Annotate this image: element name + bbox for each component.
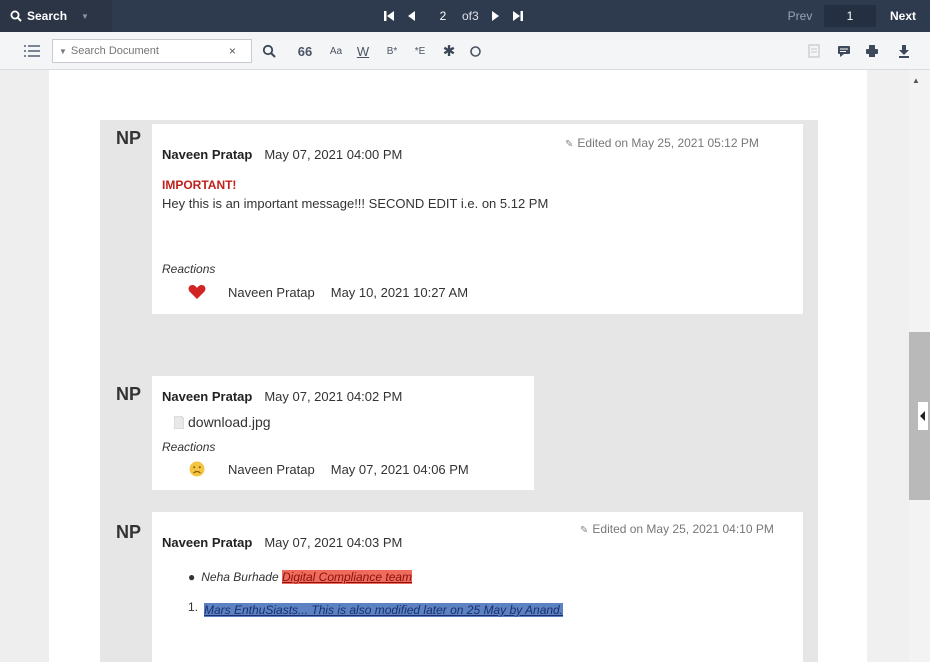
search-tab[interactable]: Search ▼	[0, 0, 112, 32]
attachment-link[interactable]: download.jpg	[174, 414, 271, 430]
page-navigator: of3	[378, 0, 529, 32]
edited-text: Edited on May 25, 2021 04:10 PM	[592, 522, 774, 536]
message-author: Naveen Pratap	[162, 389, 253, 404]
message-time: May 07, 2021 04:00 PM	[264, 147, 403, 162]
prev-page-button[interactable]	[400, 0, 422, 32]
search-hit-navigator: Prev Next	[776, 0, 930, 32]
numbered-item: Mars EnthuSiasts... This is also modifie…	[204, 600, 574, 621]
important-label: IMPORTANT!	[162, 178, 237, 192]
page-number-input[interactable]	[426, 5, 460, 27]
message-time: May 07, 2021 04:02 PM	[264, 389, 403, 404]
prev-hit-button[interactable]: Prev	[776, 9, 824, 23]
chat-thread: NP Naveen Pratap May 07, 2021 04:00 PM ✎ E…	[100, 120, 818, 662]
reaction-author: Naveen Pratap	[228, 461, 315, 477]
list-view-icon[interactable]	[24, 44, 40, 58]
download-button[interactable]	[894, 41, 914, 61]
wildcard-button[interactable]: ✱	[440, 40, 458, 62]
search-icon	[262, 44, 276, 58]
pencil-icon: ✎	[565, 139, 574, 150]
avatar-initials: NP	[116, 128, 142, 148]
clear-search-button[interactable]: ×	[229, 44, 236, 58]
whole-word-button[interactable]: W	[354, 40, 372, 62]
search-go-button[interactable]	[258, 40, 280, 62]
ends-with-button[interactable]: *E	[410, 40, 430, 62]
highlight-blue: Mars EnthuSiasts... This is also modifie…	[204, 603, 564, 617]
first-page-button[interactable]	[378, 0, 400, 32]
bullet-name: Neha Burhade	[201, 570, 279, 584]
search-tab-caret-icon[interactable]: ▼	[81, 12, 89, 21]
edited-text: Edited on May 25, 2021 05:12 PM	[577, 136, 759, 150]
comment-button[interactable]	[834, 41, 854, 61]
page-total-label: of3	[462, 9, 479, 23]
bullet-item: ● Neha Burhade Digital Compliance team	[188, 570, 413, 584]
proximity-icon	[469, 45, 481, 57]
document-search-input[interactable]	[70, 45, 221, 57]
comment-icon	[838, 45, 850, 57]
message-text: Hey this is an important message!!! SECO…	[162, 196, 549, 211]
message-header: Naveen Pratap May 07, 2021 04:03 PM	[162, 534, 402, 552]
reactions-label: Reactions	[162, 440, 216, 454]
last-page-button[interactable]	[507, 0, 529, 32]
next-page-button[interactable]	[485, 0, 507, 32]
avatar-initials: NP	[116, 384, 142, 404]
prev-page-icon	[408, 11, 415, 21]
search-icon	[10, 10, 22, 22]
redact-button[interactable]	[804, 41, 824, 61]
edited-note: ✎ Edited on May 25, 2021 05:12 PM	[565, 134, 790, 154]
document-viewport[interactable]: ▲ NP Naveen Pratap May 07, 2021 04:00 PM …	[0, 70, 930, 662]
reaction-row: Naveen Pratap May 07, 2021 04:06 PM	[188, 460, 469, 478]
message-author: Naveen Pratap	[162, 535, 253, 550]
reaction-author: Naveen Pratap	[228, 284, 315, 300]
message-header: Naveen Pratap May 07, 2021 04:00 PM	[162, 146, 402, 164]
viewer-topbar: Search ▼ of3 Prev Next	[0, 0, 930, 32]
avatar-initials: NP	[116, 522, 142, 542]
numbered-index: 1.	[188, 600, 199, 614]
edited-note: ✎ Edited on May 25, 2021 04:10 PM	[580, 520, 780, 540]
pencil-icon: ✎	[580, 525, 589, 536]
first-page-icon	[384, 11, 394, 21]
match-case-button[interactable]: Aa	[326, 40, 346, 62]
quote-search-button[interactable]: 66	[295, 40, 315, 62]
side-panel-handle[interactable]	[909, 332, 930, 500]
heart-icon[interactable]	[188, 284, 206, 300]
left-gutter	[0, 70, 49, 662]
redact-icon	[808, 44, 820, 58]
print-icon	[866, 45, 878, 57]
collapse-panel-arrow-icon[interactable]	[918, 402, 928, 430]
reaction-time: May 07, 2021 04:06 PM	[330, 461, 469, 477]
reaction-time: May 10, 2021 10:27 AM	[330, 284, 469, 300]
next-hit-button[interactable]: Next	[876, 9, 930, 23]
reaction-row: Naveen Pratap May 10, 2021 10:27 AM	[188, 284, 468, 300]
message-time: May 07, 2021 04:03 PM	[264, 535, 403, 550]
file-icon	[174, 415, 184, 429]
right-gutter	[867, 70, 909, 662]
message-card: Naveen Pratap May 07, 2021 04:02 PM downl…	[152, 376, 534, 490]
hit-index-input[interactable]	[824, 5, 876, 27]
message-card: Naveen Pratap May 07, 2021 04:03 PM ✎ Edit…	[152, 512, 803, 662]
document-search-box: ▼ ×	[52, 39, 252, 63]
download-icon	[899, 45, 909, 58]
last-page-icon	[512, 11, 523, 21]
scroll-up-arrow-icon[interactable]: ▲	[912, 76, 920, 85]
search-toolbar: ▼ × 66 Aa W B* *E ✱	[0, 32, 930, 70]
attachment-name: download.jpg	[188, 414, 271, 430]
bullet-dot-icon: ●	[188, 570, 196, 584]
begins-with-button[interactable]: B*	[382, 40, 402, 62]
next-page-icon	[491, 11, 499, 21]
search-options-dropdown-icon[interactable]: ▼	[59, 47, 67, 56]
sad-face-icon[interactable]	[188, 460, 206, 478]
message-card: Naveen Pratap May 07, 2021 04:00 PM ✎ Edit…	[152, 124, 803, 314]
message-header: Naveen Pratap May 07, 2021 04:02 PM	[162, 388, 402, 406]
highlight-red: Digital Compliance team	[281, 570, 413, 584]
proximity-button[interactable]	[466, 40, 484, 62]
print-button[interactable]	[862, 41, 882, 61]
reactions-label: Reactions	[162, 262, 216, 276]
search-tab-label: Search	[27, 9, 68, 23]
message-author: Naveen Pratap	[162, 147, 253, 162]
